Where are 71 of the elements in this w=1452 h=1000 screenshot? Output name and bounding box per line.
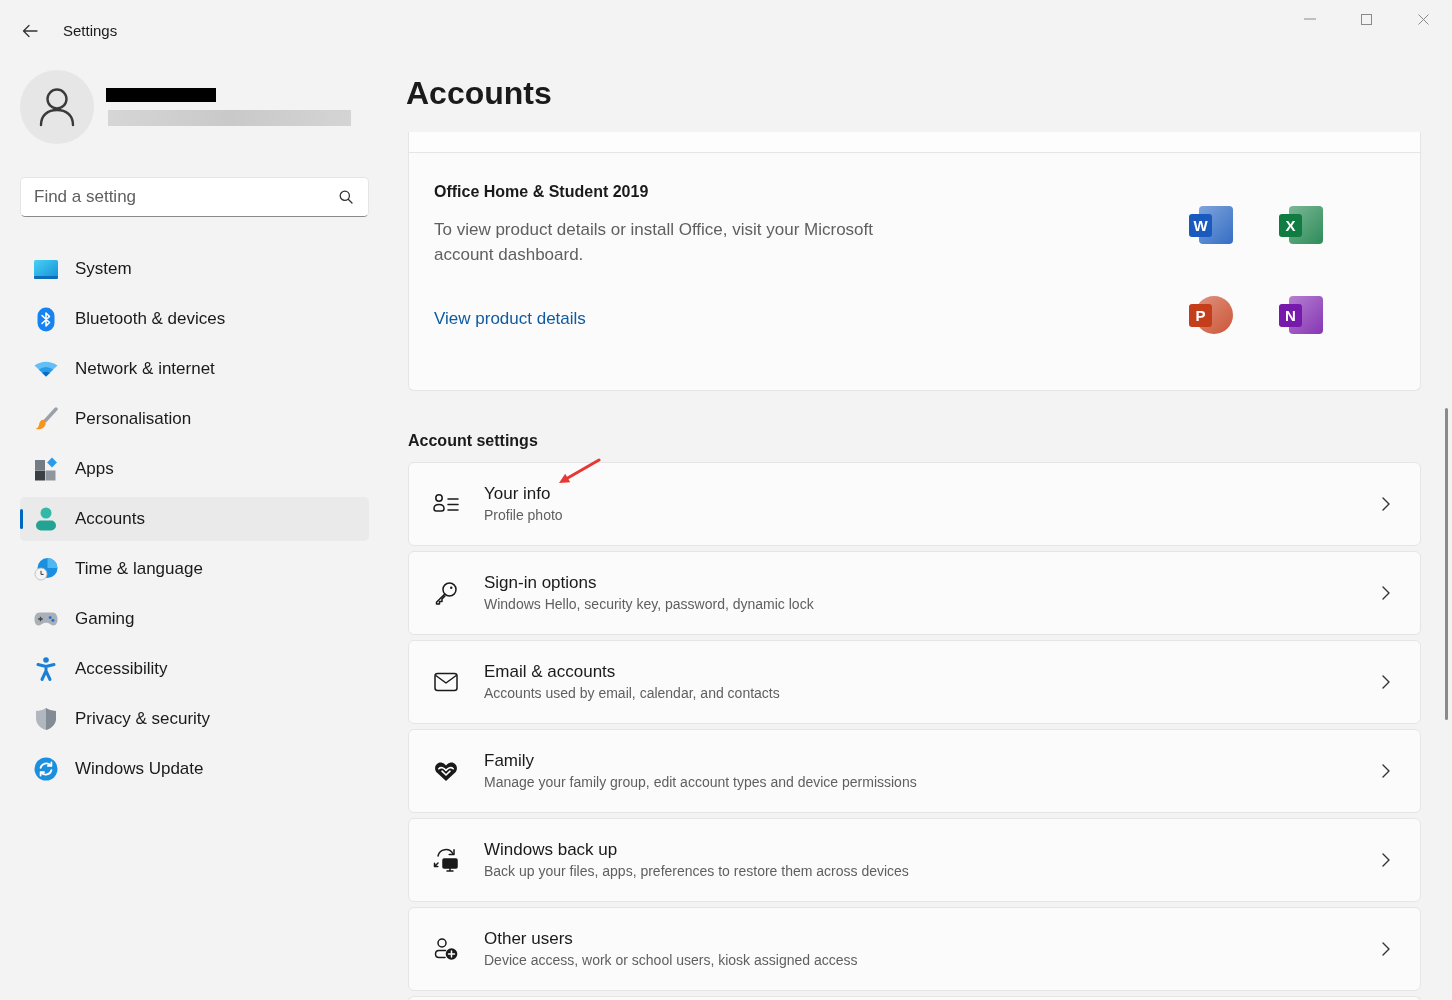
search-icon <box>339 190 353 204</box>
globe-clock-icon <box>34 557 58 581</box>
avatar-icon <box>20 70 94 144</box>
nav-item[interactable]: Network & internet <box>20 347 369 391</box>
settings-row[interactable]: Family Manage your family group, edit account types and device permissions <box>408 729 1421 813</box>
settings-row[interactable]: Email & accounts Accounts used by email, calendar, and contacts <box>408 640 1421 724</box>
nav-item[interactable]: Windows Update <box>20 747 369 791</box>
paintbrush-icon <box>34 407 58 431</box>
nav-item[interactable]: Bluetooth & devices <box>20 297 369 341</box>
chevron-right-icon <box>1382 764 1390 778</box>
key-icon <box>434 581 458 605</box>
sync-monitor-icon <box>433 848 459 872</box>
nav-item[interactable]: Personalisation <box>20 397 369 441</box>
minimize-icon <box>1303 18 1316 20</box>
row-subtitle: Profile photo <box>484 506 563 525</box>
chevron-right-icon <box>1382 853 1390 867</box>
nav-item[interactable]: System <box>20 247 369 291</box>
system-monitor-icon <box>34 259 58 279</box>
app-letter-badge: N <box>1279 304 1302 327</box>
app-letter-badge: W <box>1189 214 1212 237</box>
settings-row[interactable]: Sign-in options Windows Hello, security key, password, dynamic lock <box>408 551 1421 635</box>
game-controller-icon <box>34 610 58 628</box>
row-title: Family <box>484 750 535 772</box>
search-field[interactable]: Find a setting <box>20 177 369 217</box>
bluetooth-icon <box>37 306 55 332</box>
annotation-arrow <box>557 457 601 485</box>
nav-item[interactable]: Privacy & security <box>20 697 369 741</box>
accessibility-figure-icon <box>36 656 56 682</box>
row-title: Other users <box>484 928 573 950</box>
row-title: Email & accounts <box>484 661 616 683</box>
window-title: Settings <box>63 21 118 41</box>
row-subtitle: Back up your files, apps, preferences to restore them across devices <box>484 862 909 881</box>
nav-item[interactable]: Accessibility <box>20 647 369 691</box>
section-heading: Account settings <box>408 431 538 451</box>
close-icon <box>1418 13 1429 25</box>
page-title: Accounts <box>406 74 552 113</box>
envelope-icon <box>434 672 458 692</box>
maximize-icon <box>1361 13 1372 25</box>
row-subtitle: Accounts used by email, calendar, and contacts <box>484 684 780 703</box>
row-subtitle: Windows Hello, security key, password, dynamic lock <box>484 595 814 614</box>
chevron-right-icon <box>1382 497 1390 511</box>
chevron-right-icon <box>1382 942 1390 956</box>
person-icon <box>35 507 57 531</box>
row-title: Your info <box>484 483 551 505</box>
settings-row[interactable]: Windows back up Back up your files, apps, preferences to restore them across devices <box>408 818 1421 902</box>
chevron-right-icon <box>1382 675 1390 689</box>
shield-icon <box>35 707 57 731</box>
app-letter-badge: X <box>1279 214 1302 237</box>
person-add-icon <box>434 937 458 961</box>
scrollbar[interactable] <box>1445 408 1448 720</box>
product-title: Office Home & Student 2019 <box>434 182 649 202</box>
nav-item[interactable]: Time & language <box>20 547 369 591</box>
refresh-arrows-icon <box>34 757 58 781</box>
row-subtitle: Device access, work or school users, kiosk assigned access <box>484 951 858 970</box>
row-title: Sign-in options <box>484 572 597 594</box>
chevron-right-icon <box>1382 586 1390 600</box>
nav-item[interactable]: Apps <box>20 447 369 491</box>
settings-row[interactable]: Other users Device access, work or school users, kiosk assigned access <box>408 907 1421 991</box>
nav-item[interactable]: Accounts <box>20 497 369 541</box>
heart-icon <box>434 760 458 782</box>
row-subtitle: Manage your family group, edit account types and device permissions <box>484 773 917 792</box>
product-details-link[interactable]: View product details <box>434 307 586 331</box>
settings-row[interactable]: Your info Profile photo <box>408 462 1421 546</box>
apps-grid-icon <box>34 457 58 481</box>
back-arrow-icon <box>22 24 38 38</box>
app-letter-badge: P <box>1189 304 1212 327</box>
product-description: To view product details or install Office, visit your Microsoft account dashboard. <box>434 219 874 266</box>
nav-item[interactable]: Gaming <box>20 597 369 641</box>
wifi-icon <box>34 361 58 377</box>
person-list-icon <box>433 493 459 515</box>
row-title: Windows back up <box>484 839 618 861</box>
